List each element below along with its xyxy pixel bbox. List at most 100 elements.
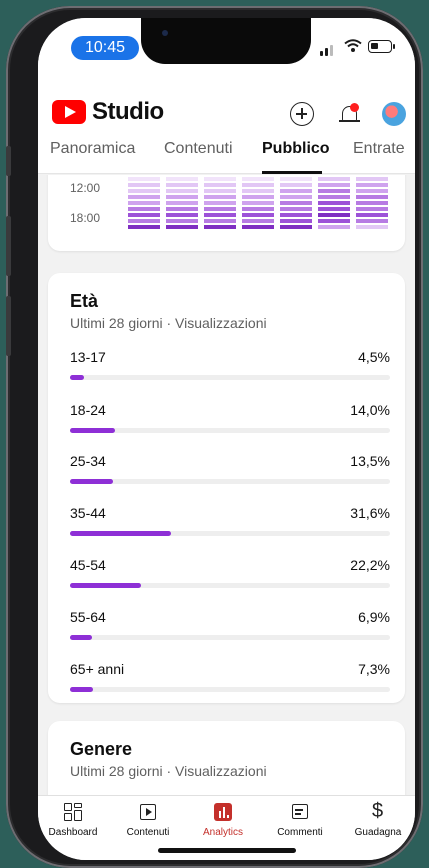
- avatar[interactable]: [382, 102, 406, 126]
- app-header: Studio: [38, 82, 415, 134]
- age-row: 65+ anni 7,3%: [70, 661, 390, 707]
- age-bar-fill: [70, 531, 172, 536]
- camera-icon: [162, 30, 168, 36]
- heatmap-cell: [128, 219, 160, 223]
- heatmap-cell: [128, 189, 160, 193]
- nav-analytics[interactable]: Analytics: [188, 802, 258, 850]
- heatmap-cell: [356, 177, 388, 181]
- heatmap-cell: [280, 213, 312, 217]
- notifications-button[interactable]: [338, 102, 362, 126]
- age-range-label: 13-17: [70, 349, 106, 365]
- heatmap-cell: [280, 207, 312, 211]
- heatmap-cell: [204, 195, 236, 199]
- nav-dashboard[interactable]: Dashboard: [38, 802, 108, 850]
- heatmap-cell: [280, 195, 312, 199]
- nav-contenuti[interactable]: Contenuti: [113, 802, 183, 850]
- age-bar-fill: [70, 479, 114, 484]
- heatmap-cell: [166, 201, 198, 205]
- age-percentage: 14,0%: [350, 402, 390, 418]
- age-range-label: 45-54: [70, 557, 106, 573]
- heatmap-cell: [242, 213, 274, 217]
- heatmap-cell: [166, 177, 198, 181]
- heatmap-cell: [242, 219, 274, 223]
- age-percentage: 4,5%: [358, 349, 390, 365]
- heatmap-cell: [128, 201, 160, 205]
- age-bar-track: [70, 531, 390, 536]
- create-button[interactable]: [290, 102, 314, 126]
- age-bar-fill: [70, 583, 142, 588]
- age-range-label: 35-44: [70, 505, 106, 521]
- tab-panoramica[interactable]: Panoramica: [50, 140, 135, 158]
- heatmap-cell: [356, 183, 388, 187]
- dashboard-icon: [63, 802, 83, 822]
- gender-card-title: Genere: [70, 739, 133, 759]
- notch: [141, 18, 311, 64]
- gender-card: Genere Ultimi 28 giorni · Visualizzazion…: [48, 721, 405, 795]
- bell-base: [339, 120, 360, 122]
- age-bar-track: [70, 428, 390, 433]
- content-icon: [138, 802, 158, 822]
- youtube-logo-icon: [52, 100, 86, 124]
- nav-guadagna[interactable]: $ Guadagna: [343, 800, 413, 850]
- heatmap-cell: [318, 183, 350, 187]
- heatmap-time-label: 18:00: [70, 211, 101, 225]
- heatmap-cell: [128, 207, 160, 211]
- heatmap-cell: [280, 177, 312, 181]
- heatmap-cell: [356, 201, 388, 205]
- analytics-content[interactable]: 12:00 18:00 Età Ultimi 28 giorni · Visua…: [38, 175, 415, 795]
- age-percentage: 22,2%: [350, 557, 390, 573]
- active-tab-indicator: [262, 171, 322, 174]
- age-card: Età Ultimi 28 giorni · Visualizzazioni 1…: [48, 273, 405, 703]
- comments-icon: [290, 802, 310, 822]
- heatmap-cell: [318, 213, 350, 217]
- heatmap-cell: [356, 189, 388, 193]
- heatmap-cell: [204, 177, 236, 181]
- heatmap-cell: [128, 195, 160, 199]
- heatmap-cell: [204, 189, 236, 193]
- heatmap-cell: [280, 225, 312, 229]
- heatmap-cell: [318, 195, 350, 199]
- heatmap-cell: [242, 201, 274, 205]
- analytics-tabs: Panoramica Contenuti Pubblico Entrate: [38, 134, 415, 174]
- nav-commenti[interactable]: Commenti: [265, 802, 335, 850]
- heatmap-cell: [204, 213, 236, 217]
- home-indicator[interactable]: [158, 848, 296, 853]
- app-name: Studio: [92, 98, 164, 125]
- heatmap-cell: [318, 177, 350, 181]
- age-percentage: 31,6%: [350, 505, 390, 521]
- age-bar-track: [70, 687, 390, 692]
- heatmap-cell: [356, 219, 388, 223]
- heatmap-cell: [204, 183, 236, 187]
- heatmap-cell: [280, 183, 312, 187]
- status-bar: 10:45: [38, 18, 415, 82]
- heatmap-cell: [242, 183, 274, 187]
- age-bar-track: [70, 479, 390, 484]
- age-bar-fill: [70, 687, 94, 692]
- heatmap-cell: [356, 213, 388, 217]
- tab-pubblico[interactable]: Pubblico: [262, 140, 330, 158]
- wifi-icon: [344, 39, 362, 52]
- heatmap-cell: [166, 213, 198, 217]
- age-percentage: 13,5%: [350, 453, 390, 469]
- age-bar-fill: [70, 428, 115, 433]
- tab-entrate[interactable]: Entrate: [353, 140, 405, 158]
- tab-contenuti[interactable]: Contenuti: [164, 140, 233, 158]
- volume-down-button: [6, 296, 11, 356]
- heatmap-cell: [280, 201, 312, 205]
- nav-label: Commenti: [277, 827, 323, 838]
- heatmap-cell: [318, 225, 350, 229]
- heatmap-cell: [356, 207, 388, 211]
- volume-up-button: [6, 216, 11, 276]
- battery-cap: [393, 44, 395, 49]
- heatmap-cell: [280, 189, 312, 193]
- heatmap-cell: [318, 207, 350, 211]
- heatmap-cell: [128, 213, 160, 217]
- mute-switch: [6, 146, 11, 176]
- heatmap-cell: [204, 201, 236, 205]
- age-bar-track: [70, 635, 390, 640]
- heatmap-cell: [242, 177, 274, 181]
- status-time: 10:45: [71, 36, 139, 60]
- phone-screen: 10:45 Studio Panoramica Contenuti Pubbli…: [38, 18, 415, 860]
- age-row: 13-17 4,5%: [70, 349, 390, 395]
- heatmap-cell: [166, 225, 198, 229]
